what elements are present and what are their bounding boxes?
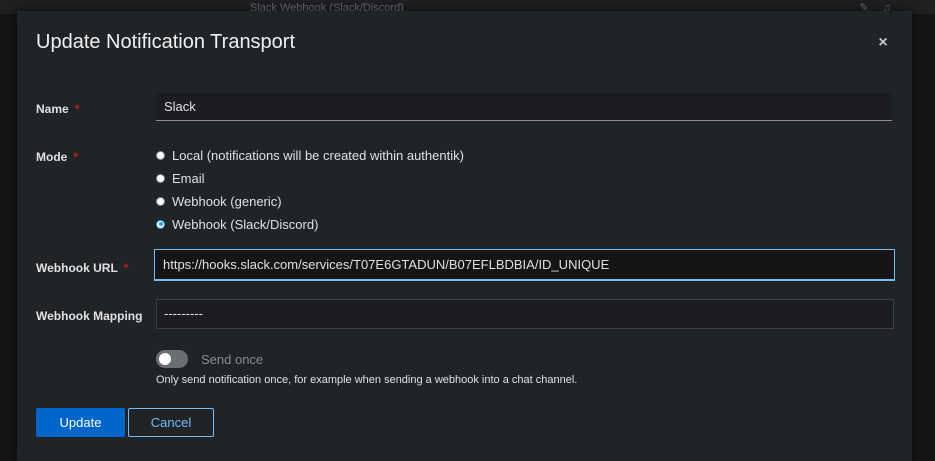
send-once-toggle[interactable] <box>156 350 188 368</box>
send-once-label: Send once <box>201 352 264 367</box>
webhook-mapping-select[interactable]: --------- <box>156 299 894 329</box>
send-once-helper-text: Only send notification once, for example… <box>156 374 578 386</box>
mode-option-webhook-slack-discord[interactable]: Webhook (Slack/Discord) <box>156 215 318 233</box>
mode-option-webhook-generic[interactable]: Webhook (generic) <box>156 192 282 210</box>
required-marker: * <box>74 102 80 116</box>
webhook-mapping-label: Webhook Mapping <box>36 309 143 323</box>
name-label: Name * <box>36 102 80 116</box>
modal-title: Update Notification Transport <box>36 31 296 53</box>
mode-option-local[interactable]: Local (notifications will be created wit… <box>156 146 464 164</box>
name-input[interactable]: Slack <box>156 93 892 121</box>
radio-button[interactable] <box>156 150 165 160</box>
required-marker: * <box>73 150 79 164</box>
webhook-url-input[interactable]: https://hooks.slack.com/services/T07E6GT… <box>154 249 895 281</box>
required-marker: * <box>123 261 129 275</box>
update-button[interactable]: Update <box>36 408 125 437</box>
radio-button[interactable] <box>156 173 165 183</box>
close-icon[interactable]: × <box>873 33 893 53</box>
update-notification-transport-modal: Update Notification Transport × Name * Sl… <box>17 11 912 461</box>
radio-button[interactable] <box>156 196 165 206</box>
radio-button-selected[interactable] <box>156 219 165 229</box>
webhook-url-label: Webhook URL * <box>36 261 129 275</box>
cancel-button[interactable]: Cancel <box>128 408 214 437</box>
mode-option-email[interactable]: Email <box>156 169 205 187</box>
mode-label: Mode * <box>36 150 79 164</box>
